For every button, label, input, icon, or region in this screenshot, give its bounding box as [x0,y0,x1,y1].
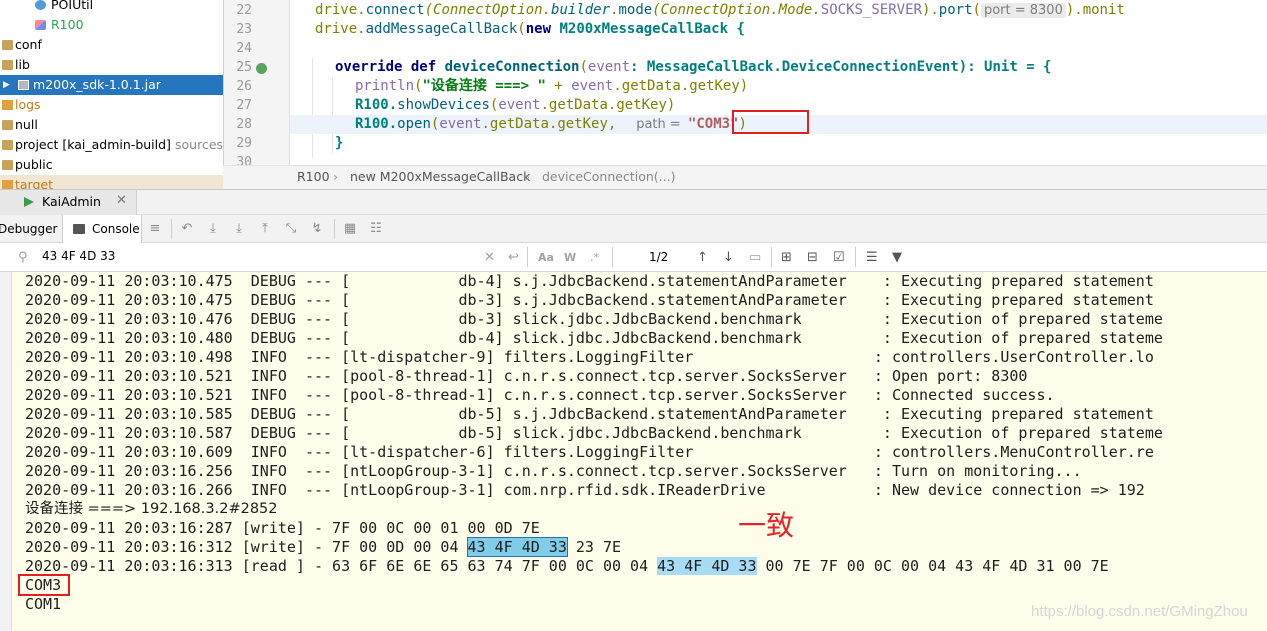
run-window-header: KaiAdmin ✕ [0,189,1267,215]
add-occurrence-icon[interactable]: ⊞ [781,250,792,265]
device-connect-line: 设备连接 ===> 192.168.3.2#2852 [25,501,278,517]
code-line-22: drive.connect(ConnectOption.builder.mode… [315,2,1125,18]
com1-line: COM1 [25,595,62,613]
log-line: 2020-09-11 20:03:10.476 DEBUG --- [ db-3… [25,310,1163,328]
jar-icon [18,80,29,90]
code-line-26: println("设备连接 ===> " + event.getData.get… [355,78,749,94]
tree-item-project[interactable]: project [kai_admin-build] sources [0,135,223,155]
search-match: 43 4F 4D 33 [657,557,757,575]
override-marker-icon[interactable] [256,63,267,74]
previous-match-icon[interactable]: ↑ [697,250,708,265]
tree-item-null[interactable]: null [0,115,223,135]
write-log-line: 2020-09-11 20:03:16:312 [write] - 7F 00 … [25,537,622,557]
folder-icon [2,120,13,130]
close-icon[interactable]: ✕ [116,193,127,208]
console-search-bar: ⚲ 43 4F 4D 33 ✕ ↩ Aa W .* 1/2 ↑ ↓ ▭ ⊞ ⊟ … [0,243,1267,272]
tree-item-lib[interactable]: lib [0,55,223,75]
step-into-icon[interactable]: ⤓ [232,222,246,236]
step-out-icon[interactable]: ⤒ [258,222,272,236]
code-line-25: override def deviceConnection(event: Mes… [335,59,1052,75]
breadcrumb-item[interactable]: deviceConnection(...) [542,166,675,188]
tree-item-conf[interactable]: conf [0,35,223,55]
breadcrumb: R100 › new M200xMessageCallBack › device… [223,165,1267,189]
param-hint-port: port = 8300 [980,3,1066,18]
log-line: 2020-09-11 20:03:10.475 DEBUG --- [ db-4… [25,272,1154,290]
filter-icon[interactable]: ▼ [892,250,902,265]
highlight-box-com3-output [18,574,70,596]
select-all-occurrences-icon[interactable]: ☑ [833,250,845,265]
log-line: 2020-09-11 20:03:10.585 DEBUG --- [ db-5… [25,405,1154,423]
tree-item-target[interactable]: target [0,175,223,189]
param-hint-path: path = [636,117,685,132]
tree-item-r100[interactable]: R100 [0,15,223,35]
code-line-23: drive.addMessageCallBack(new M200xMessag… [315,21,745,37]
code-line-27: R100.showDevices(event.getData.getKey) [355,97,676,113]
select-all-icon[interactable]: ▭ [749,250,761,265]
menu-icon[interactable]: ≡ [148,222,162,236]
whole-words-icon[interactable]: W [564,251,576,264]
breadcrumb-item[interactable]: R100 [297,166,330,188]
console-output[interactable]: 2020-09-11 20:03:10.475 DEBUG --- [ db-4… [12,272,1267,631]
debug-toolbar: Debugger Console ≡ ↶ ⤓ ⤓ ⤒ ⤡ ↯ ▦ ☷ [0,215,1267,243]
log-line: 2020-09-11 20:03:16.266 INFO --- [ntLoop… [25,481,1145,499]
evaluate-icon[interactable]: ↯ [310,222,324,236]
regex-icon[interactable]: .* [590,251,599,264]
write-log-line: 2020-09-11 20:03:16:287 [write] - 7F 00 … [25,519,540,537]
tab-console[interactable]: Console [62,215,142,243]
tree-item-jar[interactable]: ▶ m200x_sdk-1.0.1.jar [0,75,223,95]
read-log-line: 2020-09-11 20:03:16:313 [read ] - 63 6F … [25,557,1109,575]
console-icon [73,224,85,234]
folder-icon [2,140,13,150]
tab-debugger[interactable]: Debugger [0,215,57,243]
log-line: 2020-09-11 20:03:10.609 INFO --- [lt-dis… [25,443,1154,461]
play-framework-icon [24,197,34,207]
log-line: 2020-09-11 20:03:10.480 DEBUG --- [ db-4… [25,329,1163,347]
class-icon [35,0,46,10]
folder-icon [2,160,13,170]
folder-icon [2,40,13,50]
match-count: 1/2 [649,250,669,264]
kotlin-object-icon [35,20,46,30]
editor-gutter: 22 23 24 25 26 27 28 29 30 [224,0,290,165]
tree-item-poiutil[interactable]: POIUtil [0,0,223,15]
search-icon: ⚲ [18,250,28,265]
tree-item-public[interactable]: public [0,155,223,175]
log-line: 2020-09-11 20:03:16.256 INFO --- [ntLoop… [25,462,1082,480]
log-line: 2020-09-11 20:03:10.475 DEBUG --- [ db-3… [25,291,1154,309]
settings-list-icon[interactable]: ☷ [369,222,383,236]
filter-lines-icon[interactable]: ☰ [866,250,878,265]
folder-icon [2,60,13,70]
step-over-icon[interactable]: ⤓ [206,222,220,236]
folder-icon [2,100,13,110]
run-to-cursor-icon[interactable]: ⤡ [284,222,298,236]
console-side-strip [0,272,12,631]
project-tree: POIUtil R100 conf lib ▶ m200x_sdk-1.0.1.… [0,0,223,189]
log-line: 2020-09-11 20:03:10.521 INFO --- [pool-8… [25,367,1028,385]
breadcrumb-item[interactable]: new M200xMessageCallBack [350,166,530,188]
show-execution-point-icon[interactable]: ↶ [180,222,194,236]
table-icon[interactable]: ▦ [343,222,357,236]
run-tab-kaiadmin[interactable]: KaiAdmin ✕ [0,190,137,215]
annotation-consistent: 一致 [738,509,795,542]
search-match-current: 43 4F 4D 33 [466,537,568,557]
new-line-icon[interactable]: ↩ [508,250,519,265]
expand-arrow-icon[interactable]: ▶ [3,75,10,95]
log-line: 2020-09-11 20:03:10.587 DEBUG --- [ db-5… [25,424,1163,442]
search-input[interactable]: 43 4F 4D 33 [42,249,115,263]
code-editor[interactable]: 22 23 24 25 26 27 28 29 30 drive.connect… [223,0,1267,165]
tree-item-logs[interactable]: logs [0,95,223,115]
log-line: 2020-09-11 20:03:10.521 INFO --- [pool-8… [25,386,1055,404]
code-line-29: } [335,135,344,151]
remove-occurrence-icon[interactable]: ⊟ [807,250,818,265]
indent-guide [312,58,313,158]
highlight-box-com3 [732,110,809,134]
watermark: https://blog.csdn.net/GMingZhou [1031,603,1248,620]
clear-search-icon[interactable]: ✕ [484,250,495,265]
folder-icon [2,180,13,189]
log-line: 2020-09-11 20:03:10.498 INFO --- [lt-dis… [25,348,1154,366]
match-case-icon[interactable]: Aa [538,251,554,264]
next-match-icon[interactable]: ↓ [723,250,734,265]
